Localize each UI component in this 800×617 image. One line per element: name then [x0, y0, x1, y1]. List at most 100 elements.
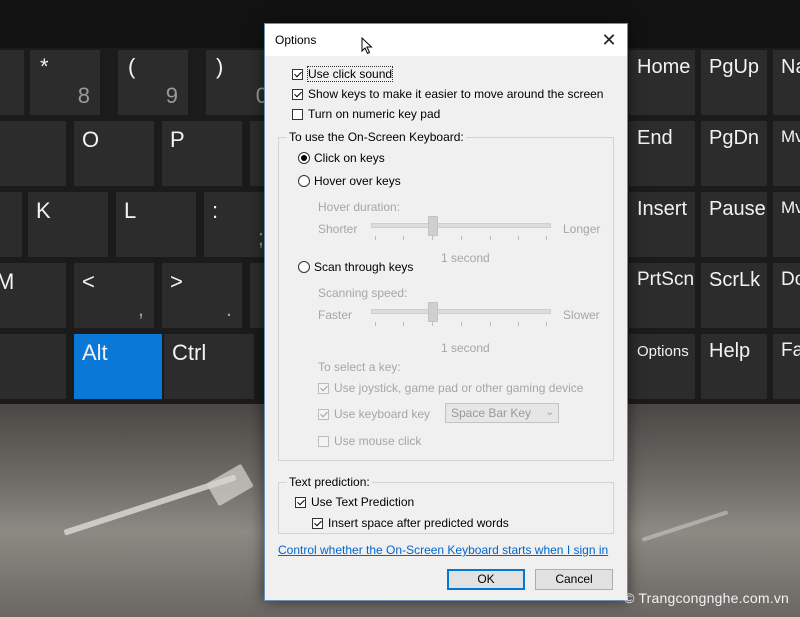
- close-icon[interactable]: ✕: [597, 28, 621, 52]
- key-label: Options: [637, 343, 689, 360]
- scanning-speed-slider[interactable]: [428, 302, 438, 322]
- click-on-keys-radio[interactable]: [298, 152, 310, 164]
- key-ctrl[interactable]: Ctrl: [164, 334, 254, 399]
- use-text-prediction-checkbox[interactable]: [295, 496, 306, 508]
- tick-mark: [461, 322, 462, 326]
- key-k[interactable]: K: [28, 192, 108, 257]
- key-fade[interactable]: Fa: [773, 334, 800, 399]
- key-o[interactable]: O: [74, 121, 154, 186]
- keyboard-key-label: Use keyboard key: [334, 407, 431, 421]
- use-keyboard-group-label: To use the On-Screen Keyboard:: [287, 130, 466, 144]
- hover-longer-label: Longer: [563, 222, 601, 236]
- key-partial-left-5[interactable]: [0, 334, 66, 399]
- key-home[interactable]: Home: [629, 50, 695, 115]
- key-insert[interactable]: Insert: [629, 192, 695, 257]
- key-partial-left-1[interactable]: [0, 50, 24, 115]
- insert-space-checkbox[interactable]: [312, 517, 323, 529]
- key-comma[interactable]: < ,: [74, 263, 154, 328]
- keyboard-key-option[interactable]: Use keyboard key: [318, 407, 430, 421]
- key-label: End: [637, 127, 673, 149]
- key-dock[interactable]: Do: [773, 263, 800, 328]
- key-number: 8: [77, 83, 90, 108]
- key-pause[interactable]: Pause: [701, 192, 767, 257]
- key-prtscn[interactable]: PrtScn: [629, 263, 695, 328]
- key-label: <: [82, 269, 95, 294]
- show-keys-option[interactable]: Show keys to make it easier to move arou…: [292, 87, 603, 101]
- tick-mark: [546, 322, 547, 326]
- wallpaper-streak: [641, 510, 729, 542]
- key-label: Insert: [637, 198, 688, 220]
- tick-mark: [518, 322, 519, 326]
- key-pgdn[interactable]: PgDn: [701, 121, 767, 186]
- hover-over-keys-option[interactable]: Hover over keys: [298, 174, 401, 188]
- scan-through-keys-radio[interactable]: [298, 261, 310, 273]
- key-m[interactable]: M: [0, 263, 66, 328]
- key-label: PgDn: [709, 127, 760, 149]
- key-label: Pause: [709, 198, 766, 220]
- dialog-title: Options: [275, 33, 317, 47]
- numeric-keypad-option[interactable]: Turn on numeric key pad: [292, 107, 440, 121]
- key-label: Fa: [781, 340, 800, 361]
- key-period[interactable]: > .: [162, 263, 242, 328]
- mouse-click-label: Use mouse click: [334, 434, 422, 448]
- key-mv-2[interactable]: Mv: [773, 192, 800, 257]
- keyboard-key-select[interactable]: Space Bar Key ⌄: [445, 403, 559, 423]
- tick-mark: [375, 236, 376, 240]
- scanning-speed-value: 1 second: [441, 341, 490, 355]
- dialog-titlebar[interactable]: Options ✕: [265, 24, 627, 56]
- key-l[interactable]: L: [116, 192, 196, 257]
- use-click-sound-checkbox[interactable]: [292, 68, 303, 80]
- key-pgup[interactable]: PgUp: [701, 50, 767, 115]
- mouse-click-checkbox[interactable]: [318, 435, 329, 447]
- insert-space-option[interactable]: Insert space after predicted words: [312, 516, 509, 530]
- use-text-prediction-label: Use Text Prediction: [311, 495, 415, 509]
- click-on-keys-option[interactable]: Click on keys: [298, 151, 385, 165]
- joystick-option[interactable]: Use joystick, game pad or other gaming d…: [318, 381, 583, 395]
- tick-mark: [432, 236, 433, 240]
- scanning-speed-track[interactable]: [371, 309, 551, 314]
- key-label: Mv: [781, 127, 800, 146]
- mouse-cursor-icon: [361, 37, 373, 55]
- key-semicolon[interactable]: : ;: [204, 192, 264, 257]
- click-on-keys-label: Click on keys: [314, 151, 385, 165]
- tick-mark: [375, 322, 376, 326]
- key-partial-left-3[interactable]: [0, 192, 22, 257]
- cancel-button[interactable]: Cancel: [535, 569, 613, 590]
- joystick-checkbox[interactable]: [318, 382, 329, 394]
- key-help[interactable]: Help: [701, 334, 767, 399]
- startup-settings-link[interactable]: Control whether the On-Screen Keyboard s…: [278, 543, 608, 557]
- tick-mark: [403, 322, 404, 326]
- tick-mark: [432, 322, 433, 326]
- key-8[interactable]: * 8: [30, 50, 100, 115]
- use-text-prediction-option[interactable]: Use Text Prediction: [295, 495, 414, 509]
- key-p[interactable]: P: [162, 121, 242, 186]
- numeric-keypad-checkbox[interactable]: [292, 108, 303, 120]
- keyboard-key-checkbox[interactable]: [318, 408, 329, 420]
- show-keys-checkbox[interactable]: [292, 88, 303, 100]
- key-scrlk[interactable]: ScrLk: [701, 263, 767, 328]
- key-options[interactable]: Options: [629, 334, 695, 399]
- key-9[interactable]: ( 9: [118, 50, 188, 115]
- key-label: Na: [781, 56, 800, 78]
- use-click-sound-option[interactable]: Use click sound: [292, 66, 394, 82]
- scanning-speed-label: Scanning speed:: [318, 286, 408, 300]
- hover-duration-ticks: [375, 236, 547, 240]
- hover-duration-track[interactable]: [371, 223, 551, 228]
- options-dialog: Options ✕ Use click sound Show keys to m…: [264, 23, 628, 601]
- watermark: © Trangcongnghe.com.vn: [624, 590, 789, 606]
- scan-through-keys-label: Scan through keys: [314, 260, 414, 274]
- show-keys-label: Show keys to make it easier to move arou…: [308, 87, 604, 101]
- mouse-click-option[interactable]: Use mouse click: [318, 434, 421, 448]
- ok-button[interactable]: OK: [447, 569, 525, 590]
- scan-slower-label: Slower: [563, 308, 600, 322]
- key-0[interactable]: ) 0: [206, 50, 268, 115]
- key-end[interactable]: End: [629, 121, 695, 186]
- key-mv-1[interactable]: Mv: [773, 121, 800, 186]
- key-nav[interactable]: Na: [773, 50, 800, 115]
- key-alt[interactable]: Alt: [74, 334, 162, 399]
- hover-over-keys-radio[interactable]: [298, 175, 310, 187]
- hover-duration-slider[interactable]: [428, 216, 438, 236]
- tick-mark: [518, 236, 519, 240]
- scan-through-keys-option[interactable]: Scan through keys: [298, 260, 413, 274]
- key-partial-left-2[interactable]: [0, 121, 66, 186]
